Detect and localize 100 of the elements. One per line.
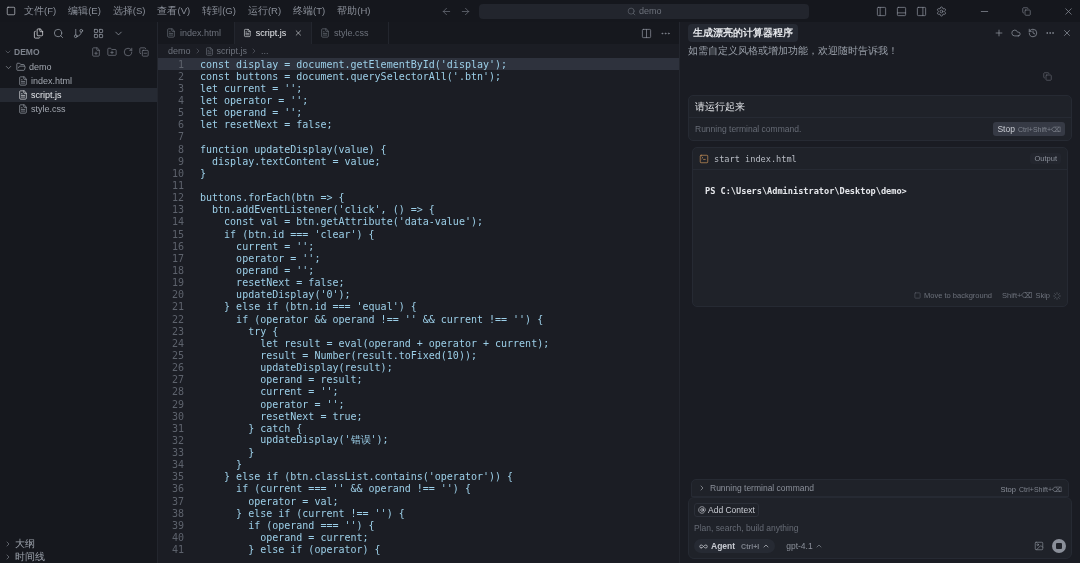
code-line: let operator = ''; bbox=[200, 95, 309, 106]
image-icon[interactable] bbox=[1034, 541, 1044, 551]
code-line: operand = result; bbox=[259, 374, 363, 386]
folder-item[interactable]: demo bbox=[0, 60, 157, 74]
explorer-icon[interactable] bbox=[33, 27, 44, 39]
line-number: 26 bbox=[170, 362, 184, 374]
source-control-icon[interactable] bbox=[73, 27, 84, 39]
editor-tab[interactable]: script.js bbox=[235, 22, 312, 44]
prompt-input[interactable]: Plan, search, build anything bbox=[694, 523, 1066, 533]
menu-item[interactable]: 选择(S) bbox=[108, 4, 150, 18]
code-line: btn.addEventListener('click', () => { bbox=[211, 204, 435, 216]
breadcrumb-item[interactable]: demo bbox=[168, 46, 191, 56]
file-item[interactable]: style.css bbox=[0, 102, 157, 116]
caret-icon bbox=[762, 542, 771, 550]
code-line: operator = ''; bbox=[259, 398, 345, 410]
explorer-title: DEMO bbox=[14, 47, 40, 57]
close-icon[interactable] bbox=[1062, 28, 1072, 38]
line-number: 30 bbox=[170, 410, 184, 422]
line-number: 7 bbox=[176, 131, 184, 143]
menu-item[interactable]: 转到(G) bbox=[198, 4, 240, 18]
line-number: 12 bbox=[170, 192, 184, 204]
line-number: 4 bbox=[176, 95, 184, 106]
close-icon[interactable] bbox=[294, 28, 303, 38]
file-icon bbox=[18, 90, 28, 100]
code-line: let operand = ''; bbox=[200, 107, 303, 119]
extensions-icon[interactable] bbox=[93, 27, 104, 39]
line-number: 18 bbox=[170, 264, 184, 276]
line-number: 5 bbox=[176, 107, 184, 119]
code-line: let current = ''; bbox=[200, 82, 303, 94]
line-number: 19 bbox=[170, 277, 184, 289]
plus-icon[interactable] bbox=[994, 28, 1004, 38]
line-number: 22 bbox=[170, 313, 184, 325]
line-number: 35 bbox=[170, 471, 184, 483]
split-editor-icon[interactable] bbox=[641, 27, 652, 39]
code-line: function updateDisplay(value) { bbox=[200, 143, 387, 155]
menu-item[interactable]: 文件(F) bbox=[20, 4, 61, 18]
menu-item[interactable]: 终端(T) bbox=[289, 4, 330, 18]
close-icon[interactable] bbox=[1063, 5, 1074, 17]
code-line: } bbox=[235, 459, 243, 471]
line-number: 16 bbox=[170, 240, 184, 252]
code-line: operand = ''; bbox=[235, 264, 315, 276]
sidebar-toggle-icon[interactable] bbox=[876, 5, 887, 17]
code-line: updateDisplay(result); bbox=[259, 362, 393, 374]
user-message: 请运行起来 bbox=[695, 99, 745, 114]
command-center[interactable]: demo bbox=[479, 3, 810, 19]
menu-item[interactable]: 查看(V) bbox=[153, 4, 195, 18]
line-number: 37 bbox=[170, 495, 184, 507]
app-logo-icon bbox=[6, 6, 16, 16]
line-number: 32 bbox=[170, 434, 184, 446]
code-line: resetNext = true; bbox=[259, 410, 363, 422]
chevron-right-icon bbox=[698, 484, 706, 492]
file-icon bbox=[18, 104, 28, 114]
model-selector[interactable]: gpt-4.1 bbox=[783, 540, 826, 552]
code-line: resetNext = false; bbox=[235, 277, 345, 289]
line-number: 31 bbox=[170, 422, 184, 434]
code-line: let resetNext = false; bbox=[200, 119, 333, 131]
file-item[interactable]: index.html bbox=[0, 74, 157, 88]
line-number: 11 bbox=[170, 179, 184, 191]
menu-item[interactable]: 编辑(E) bbox=[64, 4, 105, 18]
file-icon bbox=[18, 76, 28, 86]
collapse-icon[interactable] bbox=[139, 47, 149, 57]
chat-title[interactable]: 生成漂亮的计算器程序 bbox=[688, 24, 798, 42]
caret-icon bbox=[814, 542, 823, 550]
cloud-icon[interactable] bbox=[1011, 28, 1021, 38]
back-icon[interactable] bbox=[441, 5, 453, 17]
history-icon[interactable] bbox=[1028, 28, 1038, 38]
add-context-button[interactable]: Add Context bbox=[694, 503, 759, 517]
new-file-icon[interactable] bbox=[91, 47, 101, 57]
secondary-sidebar-icon[interactable] bbox=[916, 5, 927, 17]
file-icon bbox=[204, 46, 214, 56]
panel-toggle-icon[interactable] bbox=[896, 5, 907, 17]
line-number: 15 bbox=[170, 228, 184, 240]
line-number: 17 bbox=[170, 252, 184, 264]
sidebar-section[interactable]: 时间线 bbox=[0, 550, 157, 563]
code-line: result = Number(result.toFixed(10)); bbox=[259, 349, 477, 361]
code-line: if (btn.id === 'clear') { bbox=[223, 228, 375, 240]
search-icon[interactable] bbox=[53, 27, 64, 39]
code-line: operator = val; bbox=[247, 495, 339, 507]
line-number: 3 bbox=[176, 82, 184, 94]
new-folder-icon[interactable] bbox=[107, 47, 117, 57]
file-icon bbox=[243, 28, 252, 38]
code-line: current = ''; bbox=[259, 386, 339, 398]
forward-icon[interactable] bbox=[460, 5, 472, 17]
code-line: operator = ''; bbox=[235, 252, 321, 264]
file-item[interactable]: script.js bbox=[0, 88, 157, 102]
line-number: 6 bbox=[176, 119, 184, 131]
sidebar-section[interactable]: 大纲 bbox=[0, 537, 157, 550]
breadcrumb-item[interactable]: script.js bbox=[216, 46, 248, 56]
line-number: 8 bbox=[176, 143, 184, 155]
line-number: 38 bbox=[170, 507, 184, 519]
settings-icon[interactable] bbox=[936, 5, 947, 17]
stop-generation-icon[interactable] bbox=[1052, 539, 1066, 553]
code-line: current = ''; bbox=[235, 240, 315, 252]
breadcrumb-item[interactable]: ... bbox=[261, 46, 269, 56]
menu-item[interactable]: 帮助(H) bbox=[333, 4, 375, 18]
restore-icon[interactable] bbox=[1022, 6, 1031, 16]
code-line: } else if (btn.classList.contains('operator')) { bbox=[223, 471, 514, 483]
terminal-output: PS C:\Users\Administrator\Desktop\demo> bbox=[705, 186, 907, 196]
refresh-icon[interactable] bbox=[123, 47, 133, 57]
menu-item[interactable]: 运行(R) bbox=[243, 4, 286, 18]
